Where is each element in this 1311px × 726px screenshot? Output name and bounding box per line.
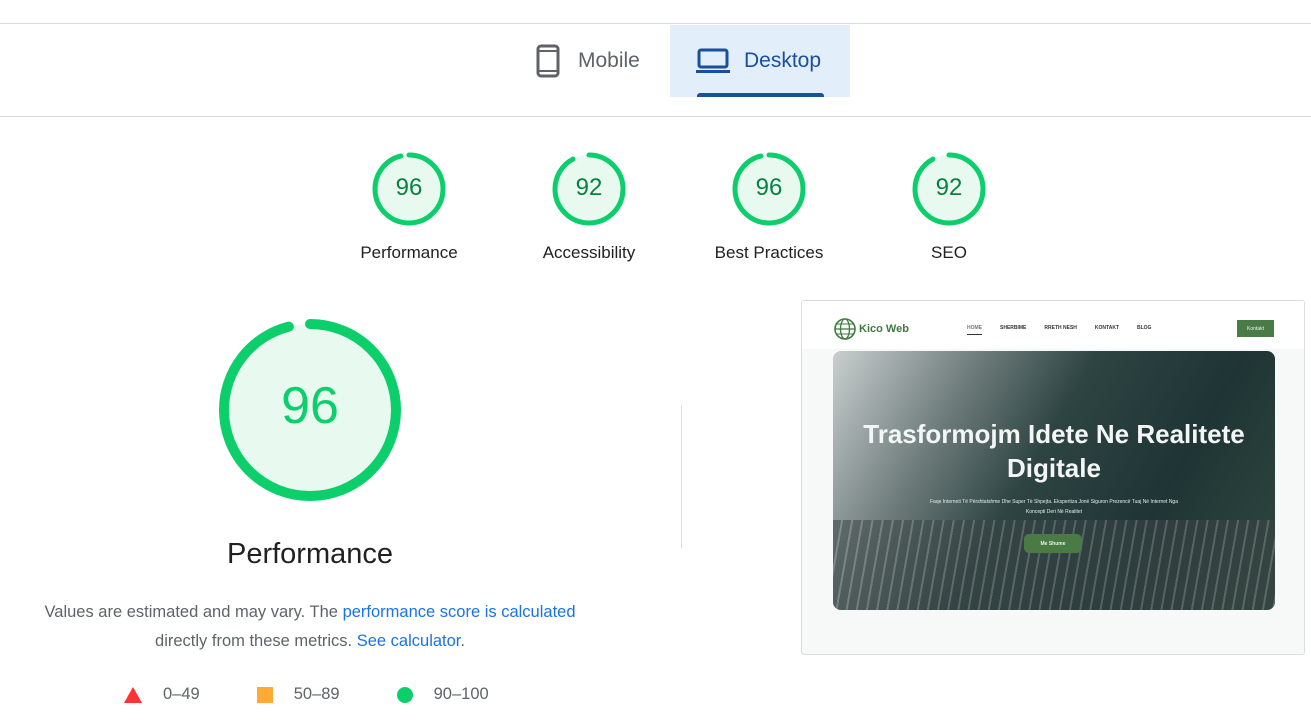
gauge-seo[interactable]: 92 SEO: [911, 151, 987, 262]
hero-more-button: Me Shume: [1024, 534, 1082, 553]
screenshot-nav-item: KONTAKT: [1094, 325, 1119, 331]
screenshot-nav-links: HOME SHERBIME RRETH NESH KONTAKT BLOG: [967, 325, 1151, 335]
screenshot-navbar: Kico Web HOME SHERBIME RRETH NESH KONTAK…: [802, 301, 1304, 349]
see-calculator-link[interactable]: See calculator: [357, 632, 461, 650]
vertical-divider: [681, 405, 682, 548]
screenshot-cta-button: Kontakt: [1237, 320, 1274, 337]
main-performance-gauge: 96: [218, 318, 402, 502]
desc-text: Values are estimated and may vary. The: [44, 603, 343, 621]
globe-icon: [834, 318, 856, 340]
gauge-label: Accessibility: [542, 243, 636, 262]
legend-fail: 0–49: [123, 685, 200, 704]
screenshot-nav-item: HOME: [967, 325, 982, 335]
gauge-label: Performance: [360, 243, 458, 262]
gauge-score: 92: [935, 174, 963, 201]
score-legend: 0–49 50–89 90–100: [123, 685, 489, 704]
screenshot-hero: Trasformojm Idete Ne Realitete Digitale …: [833, 351, 1275, 610]
triangle-icon: [124, 686, 142, 703]
tab-selected-indicator: [697, 93, 824, 97]
mobile-phone-icon: [536, 44, 560, 78]
screenshot-logo: Kico Web: [833, 317, 909, 341]
legend-pass-label: 90–100: [433, 685, 489, 703]
gauge-accessibility[interactable]: 92 Accessibility: [543, 151, 635, 262]
main-category-title: Performance: [226, 538, 393, 570]
hero-headline: Trasformojm Idete Ne Realitete Digitale: [863, 419, 1245, 483]
screenshot-nav-item: RRETH NESH: [1044, 325, 1077, 331]
score-calculated-link[interactable]: performance score is calculated: [343, 603, 576, 621]
tab-desktop[interactable]: Desktop: [670, 25, 850, 97]
circle-icon: [396, 686, 413, 703]
tab-mobile-label: Mobile: [578, 49, 640, 72]
gauge-performance[interactable]: 96 Performance: [360, 151, 458, 262]
gauge-label: Best Practices: [714, 243, 824, 262]
hero-subtext: Faqe Interneti Të Përshtatshme Dhe Super…: [929, 499, 1178, 515]
legend-fail-label: 0–49: [163, 685, 200, 703]
desc-text-2: directly from these metrics.: [155, 632, 357, 650]
gauge-best-practices[interactable]: 96 Best Practices: [715, 151, 823, 262]
gauge-score: 92: [575, 174, 603, 201]
main-score: 96: [281, 377, 339, 435]
tab-mobile[interactable]: Mobile: [520, 25, 670, 97]
legend-pass: 90–100: [396, 685, 489, 704]
page-screenshot: Kico Web HOME SHERBIME RRETH NESH KONTAK…: [801, 300, 1305, 655]
tabs-divider: [0, 116, 1311, 117]
desc-suffix: .: [460, 632, 465, 650]
score-description: Values are estimated and may vary. The p…: [10, 598, 610, 656]
screenshot-logo-text: Kico Web: [859, 323, 909, 335]
laptop-icon: [696, 48, 730, 73]
top-divider: [0, 23, 1311, 24]
square-icon: [256, 686, 273, 703]
screenshot-nav-item: SHERBIME: [1000, 325, 1027, 331]
gauge-score: 96: [395, 174, 423, 201]
gauge-label: SEO: [931, 243, 967, 262]
legend-average: 50–89: [256, 685, 340, 704]
legend-average-label: 50–89: [293, 685, 340, 703]
tab-desktop-label: Desktop: [744, 49, 822, 72]
screenshot-nav-item: BLOG: [1137, 325, 1152, 331]
gauge-score: 96: [755, 174, 783, 201]
